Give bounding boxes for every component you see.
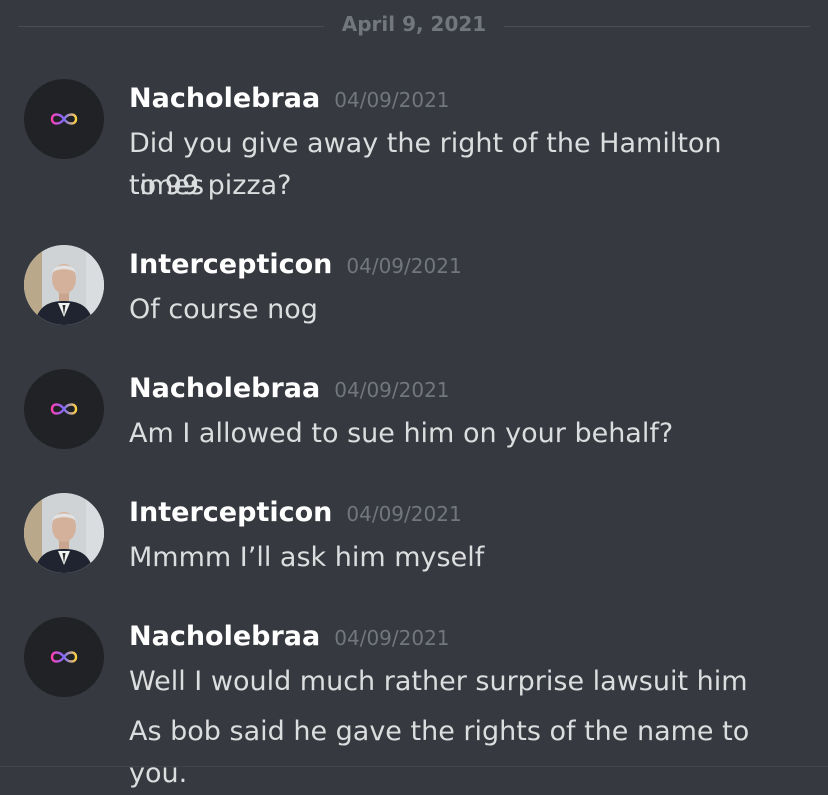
man-in-suit-photo	[24, 493, 104, 573]
message-text: Of course nog	[129, 294, 318, 325]
infinity-icon	[50, 651, 78, 663]
avatar[interactable]	[24, 369, 104, 449]
message-header: Nacholebraa 04/09/2021	[129, 83, 450, 114]
username[interactable]: Nacholebraa	[129, 373, 320, 404]
bottom-divider	[0, 766, 828, 767]
message-text: to 99 pizza?	[129, 170, 292, 201]
message-text: As bob said he gave the rights of the na…	[129, 716, 750, 789]
timestamp: 04/09/2021	[346, 254, 462, 278]
avatar[interactable]	[24, 245, 104, 325]
date-divider-label: April 9, 2021	[323, 12, 505, 36]
username[interactable]: Intercepticon	[129, 497, 332, 528]
message-text: Mmmm I’ll ask him myself	[129, 542, 485, 573]
infinity-icon	[50, 113, 78, 125]
username[interactable]: Nacholebraa	[129, 83, 320, 114]
message-text: Well I would much rather surprise lawsui…	[129, 666, 748, 697]
timestamp: 04/09/2021	[334, 378, 450, 402]
message-header: Nacholebraa 04/09/2021	[129, 621, 450, 652]
date-divider: April 9, 2021	[0, 12, 828, 36]
message-header: Intercepticon 04/09/2021	[129, 249, 462, 280]
message-text: Am I allowed to sue him on your behalf?	[129, 418, 674, 449]
avatar[interactable]	[24, 79, 104, 159]
timestamp: 04/09/2021	[334, 626, 450, 650]
avatar[interactable]	[24, 617, 104, 697]
message-header: Nacholebraa 04/09/2021	[129, 373, 450, 404]
avatar[interactable]	[24, 493, 104, 573]
timestamp: 04/09/2021	[334, 88, 450, 112]
timestamp: 04/09/2021	[346, 502, 462, 526]
username[interactable]: Nacholebraa	[129, 621, 320, 652]
man-in-suit-photo	[24, 245, 104, 325]
username[interactable]: Intercepticon	[129, 249, 332, 280]
infinity-icon	[50, 403, 78, 415]
message-header: Intercepticon 04/09/2021	[129, 497, 462, 528]
